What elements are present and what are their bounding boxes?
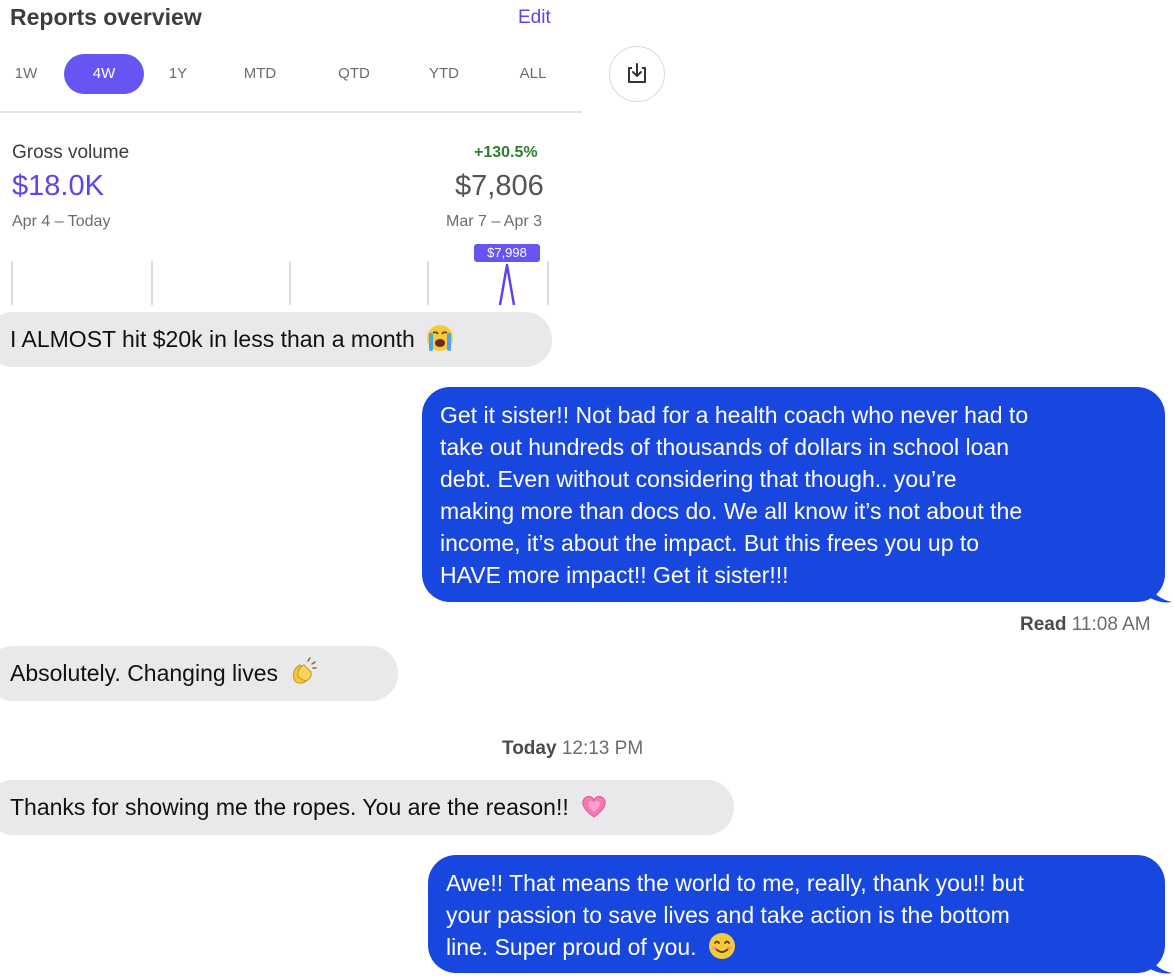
current-range: Apr 4 – Today	[12, 213, 111, 230]
chart-tooltip: $7,998	[474, 244, 540, 262]
volume-chart	[11, 261, 549, 306]
gross-volume-previous: $7,806	[455, 170, 544, 202]
message-line: take out hundreds of thousands of dollar…	[440, 434, 1009, 460]
timestamp-day: Today	[502, 738, 557, 759]
previous-range: Mar 7 – Apr 3	[446, 213, 543, 230]
bubble-tail	[1150, 955, 1172, 974]
message-text: I ALMOST hit $20k in less than a month	[10, 326, 415, 352]
tab-1w[interactable]: 1W	[6, 54, 46, 94]
message-line: HAVE more impact!! Get it sister!!!	[440, 562, 789, 588]
tab-ytd[interactable]: YTD	[414, 54, 474, 94]
message-bubble-incoming[interactable]: Absolutely. Changing lives	[0, 646, 398, 701]
message-line: debt. Even without considering that thou…	[440, 466, 957, 492]
chart-line	[498, 263, 516, 306]
tab-all[interactable]: ALL	[503, 54, 563, 94]
message-text: Thanks for showing me the ropes. You are…	[10, 794, 569, 820]
gross-volume-change: +130.5%	[474, 144, 538, 161]
message-line-last: line. Super proud of you.	[446, 931, 1147, 963]
tabs-divider	[0, 111, 582, 113]
tab-1y[interactable]: 1Y	[158, 54, 198, 94]
tab-4w[interactable]: 4W	[64, 54, 144, 94]
tab-qtd[interactable]: QTD	[324, 54, 384, 94]
edit-button[interactable]: Edit	[518, 7, 551, 29]
message-text: Absolutely. Changing lives	[10, 660, 279, 686]
gross-volume-current: $18.0K	[12, 170, 104, 202]
smiling-face-icon	[709, 933, 735, 959]
download-button[interactable]	[609, 46, 665, 102]
message-line: your passion to save lives and take acti…	[446, 902, 1010, 928]
message-bubble-outgoing[interactable]: Get it sister!! Not bad for a health coa…	[422, 387, 1165, 602]
period-tabs: 1W 4W 1Y MTD QTD YTD ALL	[0, 54, 582, 94]
growing-heart-icon	[582, 796, 606, 818]
message-bubble-incoming[interactable]: I ALMOST hit $20k in less than a month	[0, 312, 552, 367]
read-time: 11:08 AM	[1071, 614, 1151, 635]
crying-face-icon	[427, 325, 454, 351]
bubble-tail	[1150, 584, 1172, 603]
gross-volume-label: Gross volume	[12, 142, 130, 163]
read-label: Read	[1020, 614, 1067, 635]
message-line: income, it’s about the impact. But this …	[440, 530, 980, 556]
page-title: Reports overview	[10, 4, 202, 30]
message-bubble-incoming[interactable]: Thanks for showing me the ropes. You are…	[0, 780, 734, 835]
message-timestamp: Today 12:13 PM	[502, 738, 643, 760]
message-line: making more than docs do. We all know it…	[440, 498, 1023, 524]
message-bubble-outgoing[interactable]: Awe!! That means the world to me, really…	[428, 855, 1165, 973]
clapping-hands-icon	[293, 657, 318, 684]
message-line: Get it sister!! Not bad for a health coa…	[440, 402, 1029, 428]
read-receipt: Read 11:08 AM	[1020, 614, 1151, 636]
message-line: line. Super proud of you.	[446, 934, 697, 960]
download-icon	[628, 63, 646, 83]
tab-mtd[interactable]: MTD	[230, 54, 290, 94]
message-line: Awe!! That means the world to me, really…	[446, 870, 1024, 896]
timestamp-time: 12:13 PM	[561, 738, 644, 759]
